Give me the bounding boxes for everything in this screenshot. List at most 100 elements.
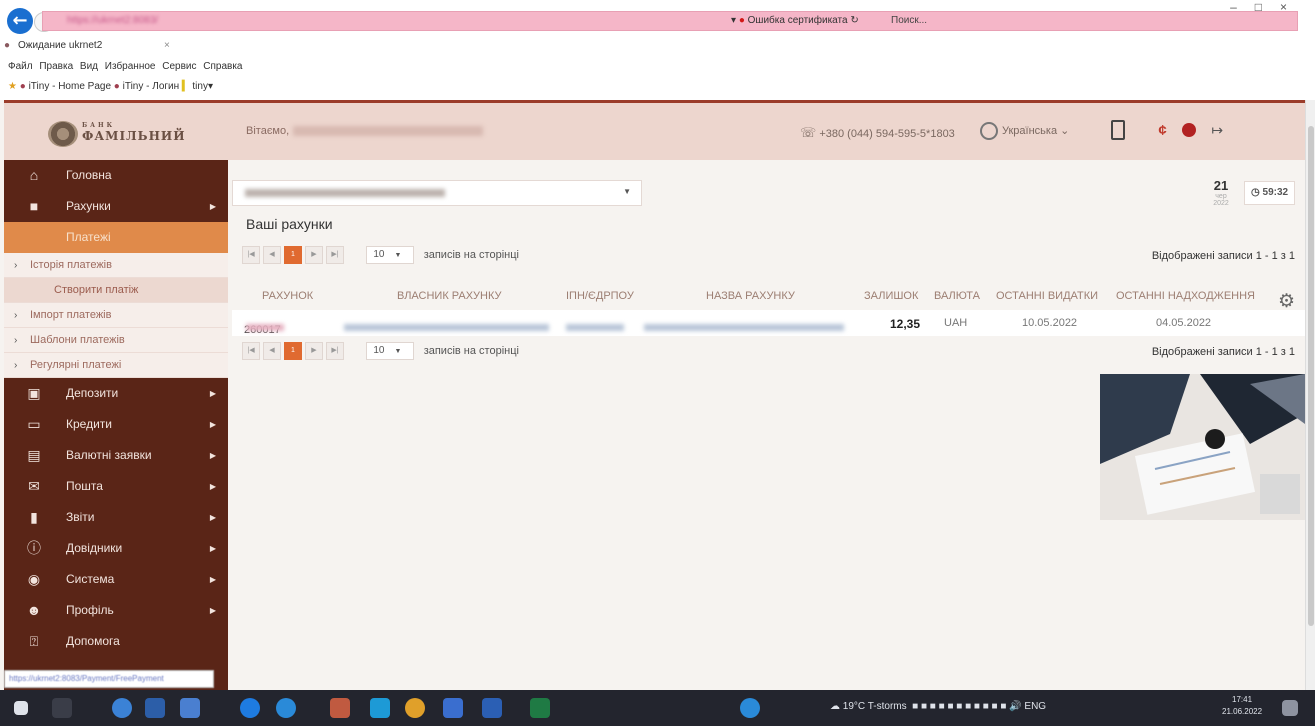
top-header: БАНК ФАМІЛЬНИЙ Вітаємо, ☏ +380 (044) 594-…	[4, 100, 1305, 160]
last-page-button[interactable]: ▶|	[326, 342, 344, 360]
clock-icon: ◷	[1251, 187, 1260, 198]
skype-icon[interactable]	[370, 698, 390, 718]
currency-icon[interactable]: ¢	[1158, 122, 1166, 139]
sidebar-sub-payment-templates[interactable]: › Шаблони платежів	[4, 328, 228, 353]
app-icon[interactable]	[443, 698, 463, 718]
favorites-bar[interactable]: ★ ● iTiny - Home Page ● iTiny - Логин ▍ …	[8, 81, 213, 92]
column-header[interactable]: ВАЛЮТА	[934, 290, 980, 302]
sidebar-item-directories[interactable]: ⓘ Довідники ▶	[4, 533, 228, 564]
home-icon: ⌂	[29, 167, 39, 183]
browser-menu[interactable]: Файл Правка Вид Избранное Сервис Справка	[8, 61, 243, 72]
browser-chrome: ← https://ukrnet2:8083/ ▾ ● Ошибка серти…	[0, 0, 1315, 100]
help-icon: ⍰	[29, 633, 39, 649]
system-tray[interactable]: ☁ 19°C T-storms ■ ■ ■ ■ ■ ■ ■ ■ ■ ■ ■ 🔊 …	[830, 701, 1046, 712]
header-actions: ¢ ↦	[1111, 120, 1223, 140]
browser-tab[interactable]: ● Ожидание ukrnet2 ×	[0, 38, 200, 56]
close-tab-icon[interactable]: ×	[164, 40, 170, 51]
column-header[interactable]: ІПН/ЄДРПОУ	[566, 290, 634, 302]
mail-icon: ✉	[28, 478, 40, 494]
first-page-button[interactable]: |◀	[242, 342, 260, 360]
currency-request-icon: ▤	[27, 447, 41, 463]
sidebar-sub-create-payment[interactable]: Створити платіж	[4, 278, 228, 303]
next-page-button[interactable]: ▶	[305, 246, 323, 264]
column-header[interactable]: РАХУНОК	[262, 290, 313, 302]
window-controls[interactable]: –□×	[1230, 0, 1305, 14]
current-page-button[interactable]: 1	[284, 246, 302, 264]
prev-page-button[interactable]: ◀	[263, 342, 281, 360]
favorite-link[interactable]: iTiny - Home Page	[29, 81, 111, 92]
search-box[interactable]: Поиск...	[891, 15, 927, 26]
sidebar-item-currency-requests[interactable]: ▤ Валютні заявки ▶	[4, 440, 228, 471]
next-page-button[interactable]: ▶	[305, 342, 323, 360]
sidebar-item-payments[interactable]: ■ Платежі	[4, 222, 228, 253]
table-header: РАХУНОК ВЛАСНИК РАХУНКУ ІПН/ЄДРПОУ НАЗВА…	[232, 282, 1305, 312]
app-icon[interactable]	[180, 698, 200, 718]
app-icon[interactable]	[330, 698, 350, 718]
task-view-icon[interactable]	[52, 698, 72, 718]
logout-icon[interactable]: ↦	[1211, 122, 1223, 139]
notification-center-icon[interactable]	[1282, 700, 1298, 716]
chrome-icon[interactable]	[405, 698, 425, 718]
column-header[interactable]: ОСТАННІ ВИДАТКИ	[996, 290, 1098, 302]
pagination-top: |◀ ◀ 1 ▶ ▶| 10 ▼ записів на сторінці	[242, 246, 519, 268]
last-income-date: 04.05.2022	[1156, 317, 1212, 329]
info-icon: ⓘ	[27, 540, 41, 556]
column-header[interactable]: НАЗВА РАХУНКУ	[706, 290, 795, 302]
prev-page-button[interactable]: ◀	[263, 246, 281, 264]
sidebar-item-home[interactable]: ⌂ Головна	[4, 160, 228, 191]
excel-icon[interactable]	[530, 698, 550, 718]
sidebar-sub-payment-history[interactable]: › Історія платежів	[4, 253, 228, 278]
table-row[interactable]: 260017 12,35 UAH 10.05.2022 04.05.2022	[232, 310, 1305, 336]
back-button[interactable]: ←	[7, 8, 33, 34]
per-page-select[interactable]: 10 ▼	[366, 342, 415, 360]
payments-icon: ■	[29, 229, 39, 245]
app-icon[interactable]	[740, 698, 760, 718]
chevron-right-icon: ▶	[209, 202, 216, 211]
page-scrollbar[interactable]	[1305, 100, 1315, 690]
sidebar-item-system[interactable]: ◉ Система ▶	[4, 564, 228, 595]
tab-title: Ожидание ukrnet2	[18, 40, 103, 51]
column-header[interactable]: ВЛАСНИК РАХУНКУ	[397, 290, 502, 302]
favorite-link[interactable]: iTiny - Логин	[123, 81, 180, 92]
taskbar: ☁ 19°C T-storms ■ ■ ■ ■ ■ ■ ■ ■ ■ ■ ■ 🔊 …	[0, 690, 1315, 726]
app-icon[interactable]	[145, 698, 165, 718]
current-page-button[interactable]: 1	[284, 342, 302, 360]
weather-icon: ☁	[830, 701, 840, 712]
start-icon[interactable]	[14, 701, 28, 715]
sidebar-item-credits[interactable]: ▭ Кредити ▶	[4, 409, 228, 440]
sidebar-item-mail[interactable]: ✉ Пошта ▶	[4, 471, 228, 502]
app-icon[interactable]	[112, 698, 132, 718]
sidebar-item-help[interactable]: ⍰ Допомога	[4, 626, 228, 657]
records-shown: Відображені записи 1 - 1 з 1	[1151, 250, 1295, 262]
sidebar-item-deposits[interactable]: ▣ Депозити ▶	[4, 378, 228, 409]
word-icon[interactable]	[482, 698, 502, 718]
account-currency: UAH	[944, 317, 968, 329]
ie-icon[interactable]	[240, 698, 260, 718]
account-balance: 12,35	[890, 317, 921, 331]
sidebar-item-accounts[interactable]: ■ Рахунки ▶	[4, 191, 228, 222]
sidebar-sub-import-payments[interactable]: › Імпорт платежів	[4, 303, 228, 328]
column-header[interactable]: ОСТАННІ НАДХОДЖЕННЯ	[1116, 290, 1255, 302]
address-url[interactable]: https://ukrnet2:8083/	[67, 15, 158, 26]
account-selector[interactable]: ▼	[232, 180, 642, 206]
sidebar-item-reports[interactable]: ▮ Звіти ▶	[4, 502, 228, 533]
column-header[interactable]: ЗАЛИШОК	[864, 290, 918, 302]
first-page-button[interactable]: |◀	[242, 246, 260, 264]
notifications-icon[interactable]	[1182, 123, 1197, 137]
bank-logo[interactable]: БАНК ФАМІЛЬНИЙ	[48, 119, 208, 149]
mobile-icon[interactable]	[1111, 120, 1125, 140]
sidebar-item-profile[interactable]: ☻ Профіль ▶	[4, 595, 228, 626]
support-phone: ☏ +380 (044) 594-595-5*1803	[800, 125, 955, 140]
sidebar-sub-regular-payments[interactable]: › Регулярні платежі	[4, 353, 228, 378]
telegram-icon[interactable]	[276, 698, 296, 718]
favorite-link[interactable]: tiny	[192, 81, 208, 92]
chart-icon: ▮	[30, 509, 38, 525]
last-page-button[interactable]: ▶|	[326, 246, 344, 264]
per-page-select[interactable]: 10 ▼	[366, 246, 415, 264]
language-selector[interactable]: Українська ⌄	[980, 122, 1069, 140]
records-shown: Відображені записи 1 - 1 з 1	[1151, 346, 1295, 358]
certificate-error[interactable]: ▾ ● Ошибка сертификата ↻	[731, 15, 859, 26]
address-bar[interactable]: https://ukrnet2:8083/ ▾ ● Ошибка сертифи…	[42, 11, 1298, 31]
system-clock[interactable]: 17:41 21.06.2022	[1222, 694, 1262, 718]
current-date: 21 чер 2022	[1213, 178, 1229, 207]
